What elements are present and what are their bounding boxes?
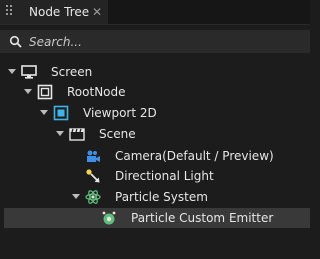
expand-arrow-icon[interactable] [24,89,32,94]
tree-item-label: RootNode [67,85,126,99]
scene-icon [69,128,85,141]
tree-item-rootnode[interactable]: RootNode [0,82,310,102]
tree-item-label: Particle Custom Emitter [131,211,274,225]
tree-item-label: Viewport 2D [83,106,157,120]
expand-arrow-icon[interactable] [40,110,48,115]
tab-node-tree[interactable]: Node Tree ✕ [0,0,108,24]
expand-arrow-icon[interactable] [56,131,64,136]
tree-item-scene[interactable]: Scene [0,124,310,144]
emitter-icon [102,211,116,225]
tree-item-camera[interactable]: Camera(Default / Preview) [0,146,310,166]
tree-item-label: Particle System [115,190,208,204]
tree-item-label: Scene [99,127,136,141]
tree-item-particle-custom-emitter[interactable]: Particle Custom Emitter [4,208,310,228]
monitor-icon [21,65,37,79]
node-tree: Screen RootNode Viewport 2D Scene Camera… [0,60,310,259]
close-icon[interactable]: ✕ [92,5,102,19]
particle-system-icon [85,190,101,204]
tree-item-directional-light[interactable]: Directional Light [0,166,310,186]
search-input[interactable] [27,32,301,52]
tree-item-viewport-2d[interactable]: Viewport 2D [0,103,310,123]
tree-item-label: Camera(Default / Preview) [115,149,274,163]
search-bar [0,30,310,53]
drag-handle-icon[interactable] [6,5,16,17]
expand-arrow-icon[interactable] [8,69,16,74]
tree-item-screen[interactable]: Screen [0,62,310,82]
tree-item-label: Screen [51,65,93,79]
tree-item-label: Directional Light [115,169,214,183]
tab-bar: Node Tree ✕ [0,0,310,25]
root-node-icon [37,84,53,100]
tab-title: Node Tree [29,5,90,19]
viewport-icon [53,105,69,121]
camera-icon [87,150,100,162]
light-icon [86,169,100,183]
expand-arrow-icon[interactable] [72,194,80,199]
tree-item-particle-system[interactable]: Particle System [0,187,310,207]
search-icon [9,35,22,48]
